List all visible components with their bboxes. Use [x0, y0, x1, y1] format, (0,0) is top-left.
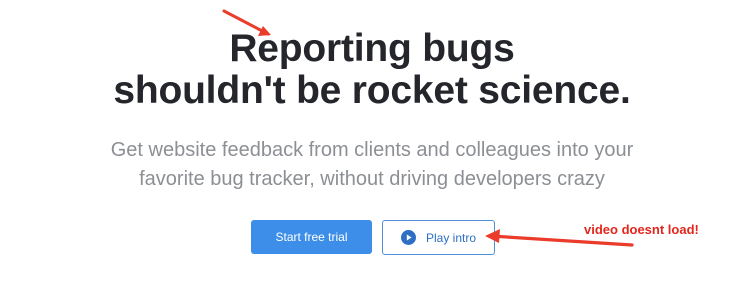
play-intro-label: Play intro	[425, 230, 477, 245]
hero-title-line-1: Reporting bugs	[229, 27, 515, 70]
annotation-note: video doesnt load!	[584, 222, 699, 237]
play-intro-button[interactable]: Play intro	[382, 220, 495, 255]
hero-subtitle-line-1: Get website feedback from clients and co…	[110, 139, 634, 161]
hero-title: Reporting bugs shouldn't be rocket scien…	[0, 28, 744, 112]
start-free-trial-button[interactable]: Start free trial	[251, 220, 372, 254]
start-free-trial-label: Start free trial	[275, 230, 348, 244]
hero-title-line-2: shouldn't be rocket science.	[113, 69, 631, 112]
hero-subtitle-line-2: favorite bug tracker, without driving de…	[139, 168, 605, 190]
play-circle-icon	[400, 230, 416, 245]
hero-subtitle: Get website feedback from clients and co…	[0, 136, 744, 194]
